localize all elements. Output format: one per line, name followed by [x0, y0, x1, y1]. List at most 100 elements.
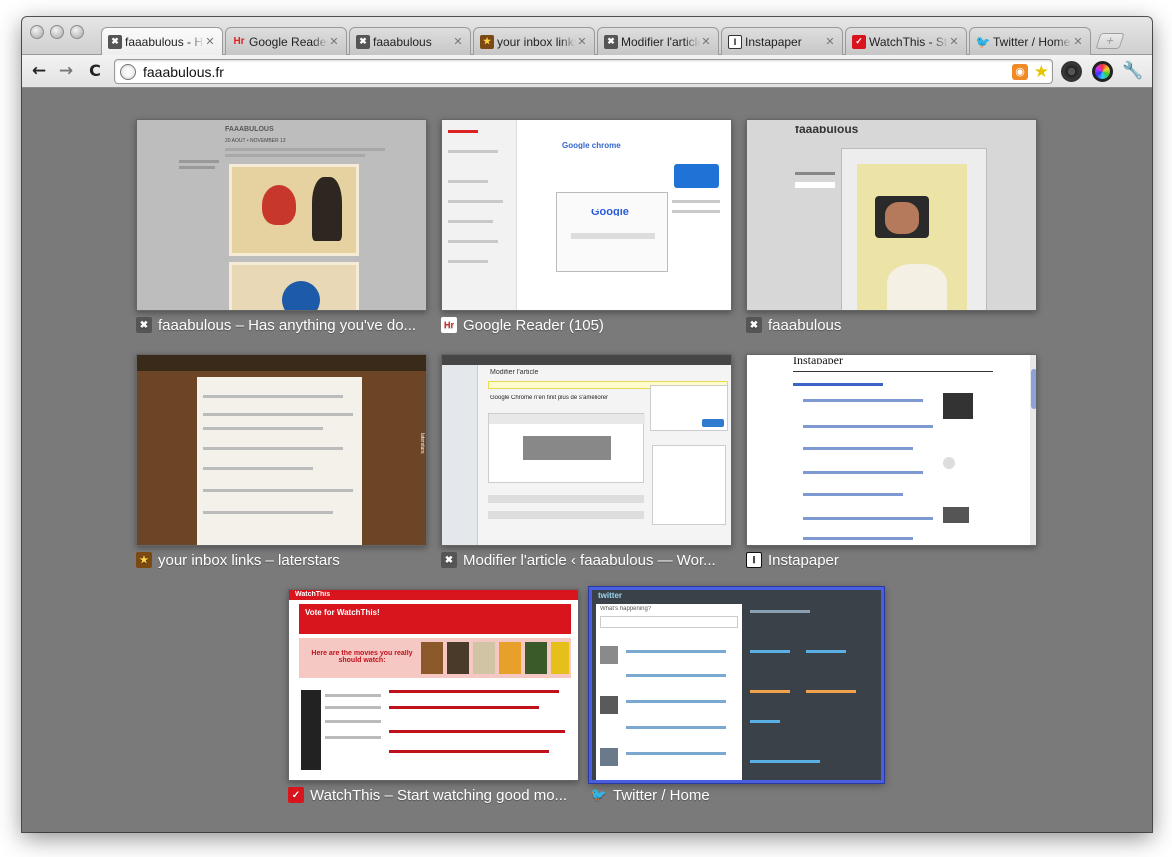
thumb-blog-title: FAAABULOUS [225, 126, 274, 133]
minimize-window-button[interactable] [50, 25, 64, 39]
faaabulous-x-icon: ✖ [136, 317, 152, 333]
thumb-blog-title: faaabulous [795, 126, 859, 133]
caption-twitter[interactable]: 🐦 Twitter / Home [591, 785, 891, 805]
thumbnail-faaabulous[interactable]: faaabulous [746, 119, 1037, 311]
tab-title: Twitter / Home [993, 34, 1071, 49]
laterstars-icon: ★ [480, 34, 494, 49]
thumb-brand: Instapaper [793, 357, 843, 364]
close-icon[interactable]: ✕ [700, 35, 712, 48]
twitter-bird-icon: 🐦 [975, 34, 991, 49]
caption-text: faaabulous – Has anything you've do... [158, 316, 417, 334]
tab-title: your inbox links [497, 34, 576, 49]
close-icon[interactable]: ✕ [576, 35, 588, 48]
rss-icon[interactable]: ◉ [1012, 64, 1028, 80]
tab-title: Modifier l'article [621, 34, 700, 49]
laterstars-icon: ★ [136, 552, 152, 568]
tab-title: faaabulous [373, 34, 432, 49]
watchthis-icon: ✓ [288, 787, 304, 803]
twitter-bird-icon: 🐦 [591, 787, 608, 802]
tab-strip: ✖ faaabulous - H ✕ Hr Google Reader ✕ ✖ … [22, 17, 1152, 55]
caption-faaabulous[interactable]: ✖ faaabulous [746, 315, 1046, 335]
watchthis-icon: ✓ [852, 34, 866, 49]
close-icon[interactable]: ✕ [204, 35, 216, 48]
toolbar: ← → C faaabulous.fr ◉ ★ 🔧 [22, 55, 1152, 88]
google-reader-icon: Hr [233, 36, 245, 47]
caption-instapaper[interactable]: I Instapaper [746, 550, 1046, 570]
new-tab-button[interactable]: + [1095, 33, 1125, 49]
forward-button[interactable]: → [55, 60, 77, 82]
url-text: faaabulous.fr [143, 64, 224, 80]
close-icon[interactable]: ✕ [948, 35, 960, 48]
zoom-window-button[interactable] [70, 25, 84, 39]
close-icon[interactable]: ✕ [824, 35, 836, 48]
tab-watchthis[interactable]: ✓ WatchThis - St ✕ [845, 27, 967, 55]
thumbnail-wordpress-editor[interactable]: Modifier l'article Google Chrome n'en fi… [441, 354, 732, 546]
thumb-side-label: laterstars [419, 433, 425, 454]
caption-watchthis[interactable]: ✓ WatchThis – Start watching good mo... [288, 785, 588, 805]
google-reader-icon: Hr [441, 317, 457, 333]
faaabulous-x-icon: ✖ [441, 552, 457, 568]
caption-faaabulous-home[interactable]: ✖ faaabulous – Has anything you've do... [136, 315, 436, 335]
tab-faaabulous-home[interactable]: ✖ faaabulous - H ✕ [101, 27, 223, 55]
tab-modifier-article[interactable]: ✖ Modifier l'article ✕ [597, 27, 719, 55]
caption-text: faaabulous [768, 316, 842, 334]
close-window-button[interactable] [30, 25, 44, 39]
globe-icon [120, 64, 136, 80]
caption-laterstars[interactable]: ★ your inbox links – laterstars [136, 550, 436, 570]
thumb-brand: twitter [598, 592, 622, 599]
tab-title: Instapaper [745, 34, 802, 49]
color-extension-icon[interactable] [1092, 61, 1113, 82]
faaabulous-x-icon: ✖ [108, 34, 122, 49]
caption-text: Instapaper [768, 551, 839, 569]
close-icon[interactable]: ✕ [328, 35, 340, 48]
most-visited-grid: FAAABULOUS 20 AOÛT • NOVEMBER 13 ✖ faaab… [22, 89, 1152, 832]
bookmark-star-icon[interactable]: ★ [1034, 61, 1049, 83]
close-icon[interactable]: ✕ [1072, 35, 1084, 48]
thumb-google-logo: Google [591, 209, 629, 216]
back-button[interactable]: ← [28, 60, 50, 82]
wrench-icon[interactable]: 🔧 [1122, 60, 1144, 82]
caption-text: Google Reader (105) [463, 316, 604, 334]
faaabulous-x-icon: ✖ [746, 317, 762, 333]
address-bar[interactable]: faaabulous.fr ◉ ★ [114, 59, 1053, 84]
thumb-blog-sub: 20 AOÛT • NOVEMBER 13 [225, 138, 286, 144]
instapaper-icon: I [728, 34, 742, 49]
tab-instapaper[interactable]: I Instapaper ✕ [721, 27, 843, 55]
tab-title: faaabulous - H [125, 34, 204, 49]
tab-title: Google Reader [249, 34, 328, 49]
thumb-photo [857, 164, 967, 310]
caption-text: Modifier l'article ‹ faaabulous — Wor... [463, 551, 716, 569]
thumb-prompt: What's happening? [600, 606, 652, 612]
thumb-article-title: Google chrome [562, 142, 621, 149]
tab-faaabulous[interactable]: ✖ faaabulous ✕ [349, 27, 471, 55]
thumb-drawing-image-2 [229, 262, 359, 310]
thumbnail-instapaper[interactable]: Instapaper [746, 354, 1037, 546]
thumb-editor-title: Modifier l'article [490, 369, 539, 376]
thumb-brand: WatchThis [295, 591, 331, 598]
thumbnail-twitter[interactable]: twitter What's happening? [589, 587, 884, 783]
caption-text: WatchThis – Start watching good mo... [310, 786, 568, 804]
thumbnail-laterstars[interactable]: laterstars [136, 354, 427, 546]
tab-google-reader[interactable]: Hr Google Reader ✕ [225, 27, 347, 55]
caption-google-reader[interactable]: Hr Google Reader (105) [441, 315, 741, 335]
browser-window: ✖ faaabulous - H ✕ Hr Google Reader ✕ ✖ … [22, 17, 1152, 832]
thumb-vote-text: Vote for WatchThis! [305, 609, 380, 616]
caption-text: your inbox links – laterstars [158, 551, 340, 569]
settings-gear-icon[interactable] [1061, 61, 1082, 82]
thumb-movies-text: Here are the movies you really should wa… [311, 650, 413, 664]
tab-twitter[interactable]: 🐦 Twitter / Home ✕ [969, 27, 1091, 55]
caption-text: Twitter / Home [613, 786, 710, 804]
close-icon[interactable]: ✕ [452, 35, 464, 48]
reload-button[interactable]: C [84, 60, 106, 82]
tab-title: WatchThis - St [869, 34, 948, 49]
caption-wordpress-editor[interactable]: ✖ Modifier l'article ‹ faaabulous — Wor.… [441, 550, 741, 570]
instapaper-icon: I [746, 552, 762, 568]
tab-laterstars[interactable]: ★ your inbox links ✕ [473, 27, 595, 55]
faaabulous-x-icon: ✖ [356, 34, 370, 49]
thumbnail-watchthis[interactable]: WatchThis Vote for WatchThis! Here are t… [288, 589, 579, 781]
thumbnail-faaabulous-home[interactable]: FAAABULOUS 20 AOÛT • NOVEMBER 13 [136, 119, 427, 311]
thumb-post-title: Google Chrome n'en finit plus de s'améli… [490, 395, 609, 401]
faaabulous-x-icon: ✖ [604, 34, 618, 49]
thumb-drawing-image [229, 164, 359, 256]
thumbnail-google-reader[interactable]: Google chrome Google [441, 119, 732, 311]
